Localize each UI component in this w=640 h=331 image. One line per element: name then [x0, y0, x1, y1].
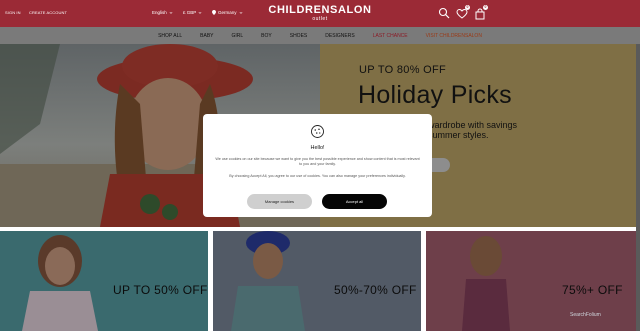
promo-tile-50-70[interactable]: 50%-70% OFF [213, 231, 421, 331]
hero-subtext: wardrobe with savings summer styles. [428, 120, 517, 140]
cart-count-badge: 0 [483, 5, 488, 10]
sign-in-link[interactable]: SIGN IN [5, 10, 21, 15]
location-pin-icon [212, 10, 216, 15]
cookie-consent-note: By choosing Accept All, you agree to our… [229, 174, 406, 178]
country-value: Germany [218, 10, 237, 15]
tile-label: 50%-70% OFF [334, 283, 417, 297]
site-logo[interactable]: CHILDRENSALON outlet [250, 4, 390, 22]
wishlist-button[interactable]: 0 [456, 5, 470, 19]
promo-tile-50[interactable]: UP TO 50% OFF [0, 231, 208, 331]
chevron-down-icon [198, 11, 202, 14]
hero-subtext-line1: wardrobe with savings [428, 120, 518, 130]
hero-subtext-line2: summer styles. [428, 130, 489, 140]
cart-button[interactable]: 0 [474, 5, 488, 20]
tile-label: UP TO 50% OFF [113, 283, 208, 297]
cookie-icon [311, 125, 324, 138]
nav-girl[interactable]: GIRL [223, 33, 253, 39]
main-nav: SHOP ALL BABY GIRL BOY SHOES DESIGNERS L… [0, 27, 640, 44]
manage-cookies-button[interactable]: Manage cookies [247, 194, 312, 209]
promo-tile-75[interactable]: 75%+ OFF [426, 231, 636, 331]
tile-photo-boy [231, 231, 305, 331]
cookie-consent-dialog: Hello! We use cookies on our site becaus… [203, 114, 432, 217]
top-bar: SIGN IN CREATE ACCOUNT English £ GBP Ger… [0, 0, 640, 27]
logo-subtitle: outlet [312, 16, 328, 22]
chevron-down-icon [169, 11, 173, 14]
scrollbar[interactable] [636, 44, 640, 331]
page: SIGN IN CREATE ACCOUNT English £ GBP Ger… [0, 0, 640, 331]
country-selector[interactable]: Germany [212, 10, 243, 15]
hero-headline: Holiday Picks [358, 81, 512, 109]
nav-shop-all[interactable]: SHOP ALL [149, 33, 191, 39]
chevron-down-icon [239, 11, 242, 14]
hero-kicker: UP TO 80% OFF [359, 64, 447, 76]
nav-last-chance[interactable]: LAST CHANCE [364, 33, 417, 39]
nav-visit-childrensalon[interactable]: VISIT CHILDRENSALON [417, 33, 491, 39]
create-account-link[interactable]: CREATE ACCOUNT [29, 10, 67, 15]
wishlist-count-badge: 0 [465, 5, 470, 10]
currency-selector[interactable]: £ GBP [183, 10, 202, 15]
search-icon[interactable] [438, 7, 450, 19]
tile-label: 75%+ OFF [562, 283, 623, 297]
language-selector[interactable]: English [152, 10, 173, 15]
language-value: English [152, 10, 167, 15]
watermark: SearchFolium [570, 312, 601, 318]
logo-wordmark: CHILDRENSALON [268, 4, 372, 16]
cookie-title: Hello! [310, 145, 325, 151]
cookie-description: We use cookies on our site because we wa… [215, 157, 420, 166]
nav-designers[interactable]: DESIGNERS [316, 33, 363, 39]
currency-value: £ GBP [183, 10, 197, 15]
tile-photo-girl-swimsuit [462, 236, 510, 331]
accept-all-button[interactable]: Accept all [322, 194, 387, 209]
nav-boy[interactable]: BOY [252, 33, 281, 39]
tile-photo-girl [22, 235, 98, 331]
nav-baby[interactable]: BABY [191, 33, 222, 39]
nav-shoes[interactable]: SHOES [281, 33, 317, 39]
